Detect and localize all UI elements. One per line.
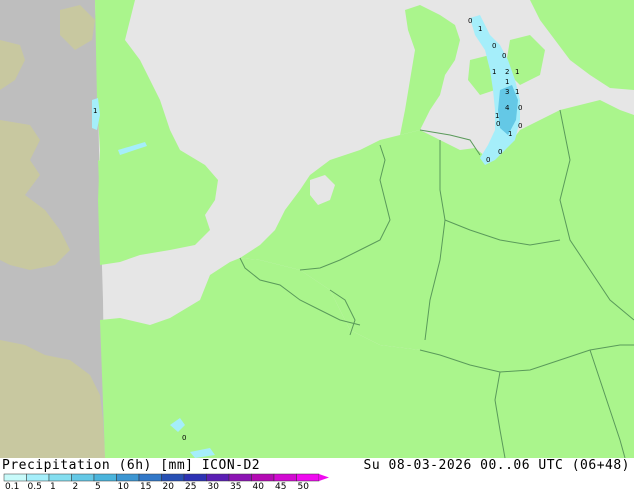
scale-tick-label: 2: [73, 482, 79, 490]
scale-tick-label: 35: [230, 482, 241, 490]
scale-swatch: [71, 473, 95, 482]
precip-label: 0: [496, 120, 500, 128]
scale-swatch: [161, 473, 185, 482]
precip-label: 1: [515, 68, 519, 76]
scale-tick-label: 15: [140, 482, 151, 490]
scale-tick-label: 0.5: [28, 482, 42, 490]
scale-tick-label: 0.1: [5, 482, 19, 490]
precip-label: 3: [505, 88, 509, 96]
scale-tick-label: 1: [50, 482, 56, 490]
scale-tick-label: 50: [298, 482, 310, 490]
scale-swatch: [26, 473, 50, 482]
scale-tick-label: 5: [95, 482, 101, 490]
scale-swatch: [273, 473, 297, 482]
precip-label: 0: [498, 148, 502, 156]
color-scale: 0.1 0.5 1 2 5 10 15 20 25 30 35 40 45 50: [0, 473, 634, 492]
precip-label: 1: [508, 130, 512, 138]
scale-swatch: [116, 473, 140, 482]
map-footer: Precipitation (6h) [mm] ICON-D2 Su 08-03…: [0, 458, 634, 492]
scale-swatch: [206, 473, 230, 482]
scale-arrow: [319, 474, 329, 481]
precip-label: 0: [486, 156, 490, 164]
precip-label: 1: [495, 112, 499, 120]
map-title: Precipitation (6h) [mm] ICON-D2: [2, 458, 261, 473]
scale-tick-label: 45: [275, 482, 286, 490]
color-scale-bar: 0.1 0.5 1 2 5 10 15 20 25 30 35 40 45 50: [3, 473, 329, 492]
precip-label: 0: [468, 17, 472, 25]
scale-swatch: [48, 473, 72, 482]
precip-label: 0: [492, 42, 496, 50]
scale-tick-label: 10: [118, 482, 130, 490]
scale-swatch: [3, 473, 27, 482]
precip-label: 0: [518, 104, 522, 112]
precip-label: 1: [505, 78, 509, 86]
precip-label: 0: [518, 122, 522, 130]
scale-swatch: [93, 473, 117, 482]
scale-tick-label: 25: [185, 482, 196, 490]
precip-label: 2: [505, 68, 509, 76]
scale-swatch: [296, 473, 320, 482]
scale-swatch: [228, 473, 252, 482]
map-canvas: 0 1 0 0 1 1 2 1 3 1 4 0 1 0 0 1 0 0 1 0: [0, 0, 634, 458]
valid-time: Su 08-03-2026 00..06 UTC (06+48): [363, 458, 630, 473]
scale-swatch: [138, 473, 162, 482]
precip-label: 0: [502, 52, 506, 60]
precip-label: 1: [478, 25, 482, 33]
weather-map: 0 1 0 0 1 1 2 1 3 1 4 0 1 0 0 1 0 0 1 0: [0, 0, 634, 458]
precip-label: 4: [505, 104, 510, 112]
precip-label: 1: [492, 68, 496, 76]
precip-label: 0: [182, 434, 186, 442]
scale-swatch: [183, 473, 207, 482]
scale-tick-label: 20: [163, 482, 175, 490]
scale-swatch: [251, 473, 275, 482]
precip-label: 1: [515, 88, 519, 96]
scale-tick-label: 40: [253, 482, 265, 490]
scale-tick-label: 30: [208, 482, 220, 490]
precip-label: 1: [93, 107, 97, 115]
